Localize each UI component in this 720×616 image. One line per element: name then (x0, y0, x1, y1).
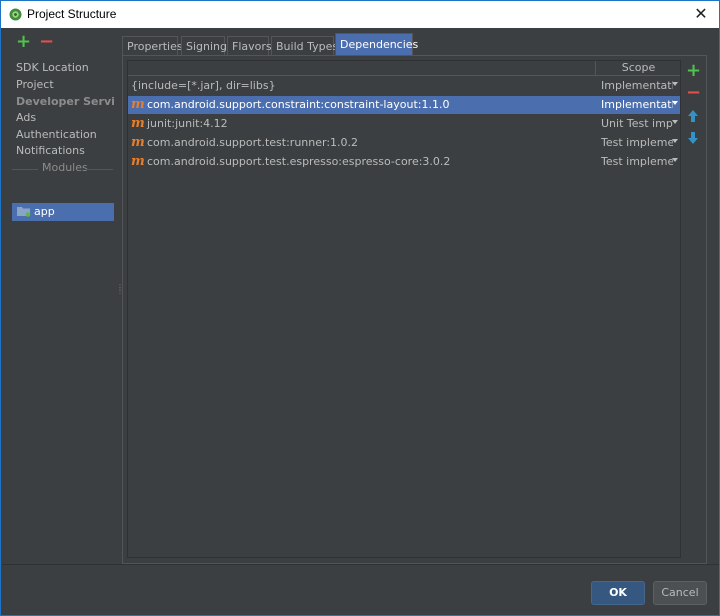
ok-button[interactable]: OK (591, 581, 645, 605)
close-button[interactable]: ✕ (683, 1, 719, 27)
module-folder-icon (17, 207, 31, 217)
separator-line-right (86, 169, 113, 170)
table-row[interactable]: {include=[*.jar], dir=libs} Implementati… (128, 77, 680, 95)
sidebar-item-notifications[interactable]: Notifications (16, 144, 85, 160)
window-title: Project Structure (27, 7, 117, 21)
table-row[interactable]: m junit:junit:4.12 Unit Test impl. (128, 115, 680, 133)
dropdown-arrow-icon[interactable] (672, 120, 678, 124)
tab-build-types[interactable]: Build Types (271, 36, 338, 56)
scope-dropdown[interactable]: Test implemen (601, 155, 673, 168)
table-header: Scope (128, 61, 680, 76)
scope-dropdown[interactable]: Implementation (601, 79, 673, 92)
project-structure-dialog: Project Structure ✕ + − SDK Location Pro… (0, 0, 720, 616)
scope-dropdown[interactable]: Unit Test impl. (601, 117, 673, 130)
tab-signing[interactable]: Signing (181, 36, 227, 56)
dependency-toolbar: + − (683, 62, 703, 162)
android-studio-icon (9, 8, 22, 21)
dropdown-arrow-icon[interactable] (672, 139, 678, 143)
cancel-button[interactable]: Cancel (653, 581, 707, 605)
left-toolbar: + − (2, 28, 114, 58)
dependency-name: junit:junit:4.12 (147, 117, 228, 130)
sidebar-item-ads[interactable]: Ads (16, 111, 36, 127)
sidebar-item-project[interactable]: Project (16, 78, 54, 94)
add-dependency-icon[interactable]: + (686, 62, 701, 80)
move-down-icon[interactable] (687, 131, 699, 145)
table-row[interactable]: m com.android.support.constraint:constra… (128, 96, 680, 114)
dependency-name: {include=[*.jar], dir=libs} (131, 79, 276, 92)
tab-dependencies[interactable]: Dependencies (335, 33, 418, 56)
sidebar-item-sdk-location[interactable]: SDK Location (16, 61, 89, 77)
sidebar-item-authentication[interactable]: Authentication (16, 128, 97, 144)
modules-header: Modules (42, 161, 88, 174)
add-module-icon[interactable]: + (16, 33, 31, 51)
tab-flavors[interactable]: Flavors (227, 36, 272, 56)
modules-separator: Modules (12, 161, 113, 177)
footer-divider (2, 564, 719, 565)
grip-icon: ⋮ ⋮ (116, 283, 124, 295)
sidebar-list: SDK Location Project Developer Services … (12, 58, 135, 564)
maven-library-icon: m (131, 116, 145, 131)
sidebar-item-app[interactable]: app (12, 203, 114, 221)
maven-library-icon: m (131, 154, 145, 169)
dependencies-panel: Scope {include=[*.jar], dir=libs} Implem… (122, 55, 707, 564)
table-row[interactable]: m com.android.support.test.espresso:espr… (128, 153, 680, 171)
dependency-name: com.android.support.test.espresso:espres… (147, 155, 451, 168)
dropdown-arrow-icon[interactable] (672, 82, 678, 86)
maven-library-icon: m (131, 135, 145, 150)
dropdown-arrow-icon[interactable] (672, 101, 678, 105)
remove-dependency-icon[interactable]: − (686, 84, 701, 102)
tab-properties[interactable]: Properties (122, 36, 183, 56)
dependencies-table: Scope {include=[*.jar], dir=libs} Implem… (127, 60, 681, 558)
left-panel: + − SDK Location Project Developer Servi… (2, 28, 135, 564)
table-row[interactable]: m com.android.support.test:runner:1.0.2 … (128, 134, 680, 152)
title-bar: Project Structure ✕ (1, 1, 719, 28)
separator-line-left (12, 169, 38, 170)
column-header-name[interactable] (128, 61, 596, 76)
dependency-name: com.android.support.constraint:constrain… (147, 98, 450, 111)
splitter-handle[interactable]: ⋮ ⋮ (114, 28, 124, 564)
scope-dropdown[interactable]: Test implemen (601, 136, 673, 149)
scope-dropdown[interactable]: Implementation (601, 98, 673, 111)
column-header-scope[interactable]: Scope (597, 61, 680, 76)
sidebar-item-label: app (34, 205, 55, 218)
dependency-name: com.android.support.test:runner:1.0.2 (147, 136, 359, 149)
dropdown-arrow-icon[interactable] (672, 158, 678, 162)
remove-module-icon[interactable]: − (39, 33, 54, 51)
maven-library-icon: m (131, 97, 145, 112)
move-up-icon[interactable] (687, 109, 699, 123)
